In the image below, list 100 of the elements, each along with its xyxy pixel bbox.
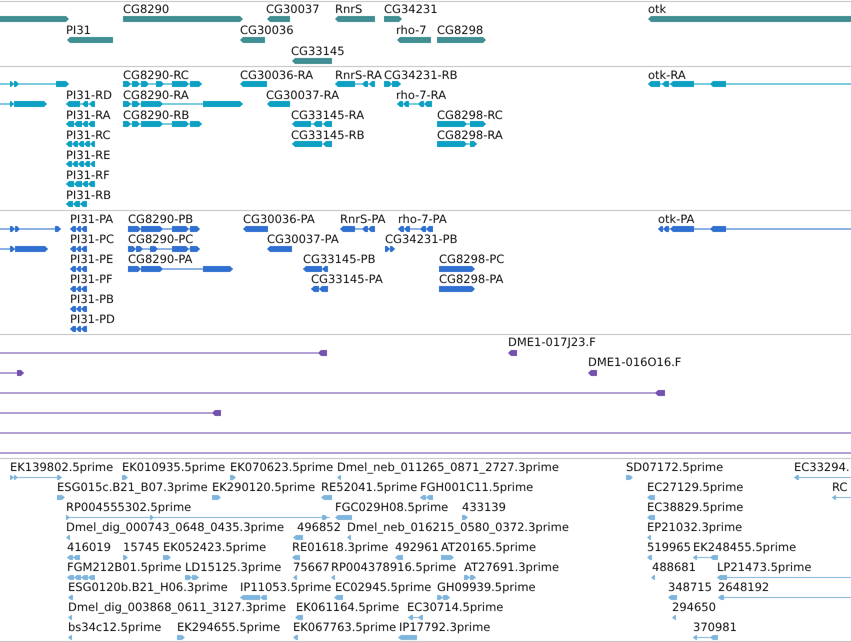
transcript-name: CG8290-RC [123,69,189,81]
est-name: EK052423.5prime [163,541,266,553]
est-name: EC38829.5prime [647,501,744,513]
transcript-name: PI31-RA [66,109,111,121]
est-name: EK139802.5prime [10,461,114,473]
protein-name: RnrS-PA [340,213,386,225]
est-name: 294650 [672,601,716,613]
est-name: Dmel_dig_000743_0648_0435.3prime [66,521,284,533]
transcript-name: PI31-RE [66,149,110,161]
est-name: EK010935.5prime [122,461,226,473]
est-name: 2648192 [718,581,770,593]
transcript-name: CG30036-RA [240,69,314,81]
transcript-name: otk-RA [648,69,686,81]
est-name: EK294655.5prime [177,621,280,633]
est-name: 370981 [693,621,737,633]
est-name: Dmel_dig_003868_0611_3127.3prime [68,601,286,613]
est-name: EC02945.5prime [335,581,432,593]
protein-name: PI31-PC [70,233,114,245]
est-name: bs34c12.5prime [68,621,162,633]
est-name: IP11053.5prime [240,581,332,593]
clone-name: DME1-017J23.F [508,336,596,348]
est-name: FGM212B01.5prime [67,561,182,573]
est-name: 416019 [67,541,111,553]
gene-name: PI31 [66,24,91,36]
est-name: 519965 [647,541,691,553]
gene-name: CG8298 [437,24,484,36]
protein-name: otk-PA [658,213,694,225]
transcript-name: CG34231-RB [384,69,458,81]
transcript-name: PI31-RF [66,169,110,181]
gene-name: CG34231 [384,3,438,15]
gene-name: CG33145 [291,45,345,57]
est-name: ESG0120b.B21_H06.3prime [68,581,228,593]
protein-name: CG30037-PA [267,233,339,245]
est-name: EC33294. [794,461,850,473]
clone-name: DME1-016O16.F [588,356,682,368]
transcript-name: CG8298-RC [437,109,503,121]
transcript-name: CG8290-RB [123,109,190,121]
est-name: 75667 [293,561,330,573]
est-name: EK070623.5prime [230,461,334,473]
protein-name: CG33145-PA [311,273,383,285]
protein-name: rho-7-PA [398,213,447,225]
transcript-name: CG33145-RB [291,129,365,141]
protein-name: PI31-PD [70,313,115,325]
protein-name: CG8298-PC [439,253,504,265]
protein-name: PI31-PF [70,273,113,285]
transcript-name: PI31-RD [66,89,112,101]
est-name: EK061164.5prime [296,601,400,613]
protein-name: PI31-PA [70,213,114,225]
gene-name: CG8290 [123,3,170,15]
protein-name: PI31-PE [70,253,114,265]
est-name: IP17792.3prime [399,621,490,633]
est-name: AT20165.5prime [441,541,536,553]
est-name: SD07172.5prime [626,461,724,473]
est-name: GH09939.5prime [437,581,536,593]
protein-name: CG8290-PA [128,253,192,265]
transcript-name: CG8298-RA [437,129,503,141]
gene-name: CG30037 [266,3,320,15]
est-name: 492961 [395,541,439,553]
est-name: 348715 [668,581,712,593]
est-name: RP004555302.5prime [66,501,192,513]
gene-name: otk [648,3,666,15]
protein-name: CG8290-PC [128,233,194,245]
est-name: LD15125.3prime [185,561,282,573]
transcript-name: CG8290-RA [123,89,189,101]
est-name: RE52041.5prime [321,481,418,493]
est-name: ESG015c.B21_B07.3prime [57,481,208,493]
protein-name: CG33145-PB [303,253,376,265]
est-name: RC [832,481,848,493]
gene-name: rho-7 [396,24,427,36]
est-name: 15745 [123,541,160,553]
est-name: RP004378916.5prime [331,561,456,573]
est-name: EC27129.5prime [647,481,744,493]
gene-name: RnrS [335,3,362,15]
est-name: 496852 [297,521,341,533]
est-name: FGH001C11.5prime [420,481,534,493]
est-name: EC30714.5prime [407,601,504,613]
protein-name: CG8298-PA [439,273,504,285]
est-name: LP21473.5prime [717,561,812,573]
est-name: 488681 [652,561,696,573]
est-name: FGC029H08.5prime [335,501,448,513]
transcript-name: CG33145-RA [291,109,364,121]
est-name: EK290120.5prime [212,481,316,493]
protein-name: PI31-PB [70,293,114,305]
est-name: EK067763.5prime [293,621,396,633]
est-name: RE01618.3prime [292,541,388,553]
gene-name: CG30036 [240,24,294,36]
est-name: EP21032.3prime [647,521,742,533]
est-name: EK248455.5prime [693,541,796,553]
protein-name: CG8290-PB [128,213,194,225]
transcript-name: RnrS-RA [335,69,382,81]
protein-name: CG34231-PB [385,233,458,245]
protein-name: CG30036-PA [243,213,315,225]
transcript-name: PI31-RC [66,129,111,141]
transcript-name: PI31-RB [66,189,111,201]
transcript-name: rho-7-RA [396,89,446,101]
transcript-name: CG30037-RA [266,89,340,101]
est-name: 433139 [462,501,506,513]
est-name: AT27691.3prime [464,561,560,573]
est-name: Dmel_neb_016215_0580_0372.3prime [347,521,569,533]
est-name: Dmel_neb_011265_0871_2727.3prime [337,461,559,473]
